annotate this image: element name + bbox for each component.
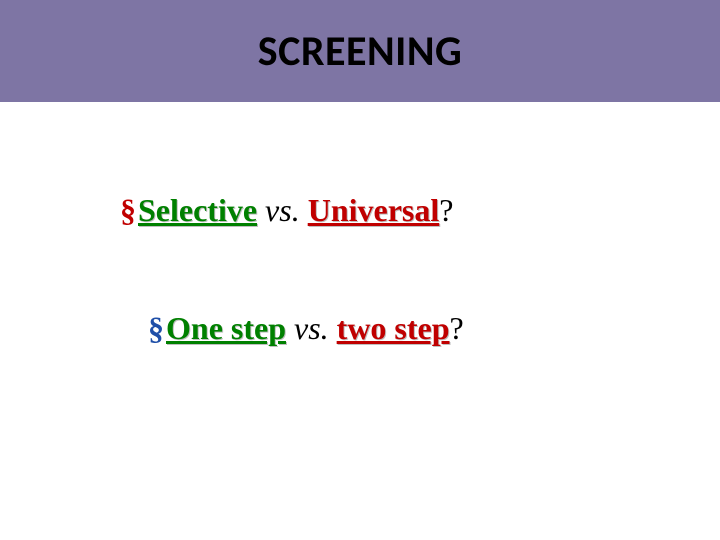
- bullet-icon: §: [120, 192, 136, 228]
- bullet-line-2: §One step vs. two step?: [148, 310, 464, 347]
- slide: SCREENING §Selective vs. Universal? §One…: [0, 0, 720, 540]
- bullet-line-1: §Selective vs. Universal?: [120, 192, 453, 229]
- vs-text: vs.: [257, 192, 308, 228]
- title-band: SCREENING: [0, 0, 720, 102]
- bullet-icon: §: [148, 310, 164, 346]
- question-mark: ?: [450, 310, 464, 346]
- vs-text: vs.: [286, 310, 337, 346]
- term-universal: Universal: [308, 192, 440, 228]
- question-mark: ?: [439, 192, 453, 228]
- slide-title: SCREENING: [258, 26, 463, 77]
- term-selective: Selective: [138, 192, 257, 228]
- term-one-step: One step: [166, 310, 286, 346]
- term-two-step: two step: [337, 310, 450, 346]
